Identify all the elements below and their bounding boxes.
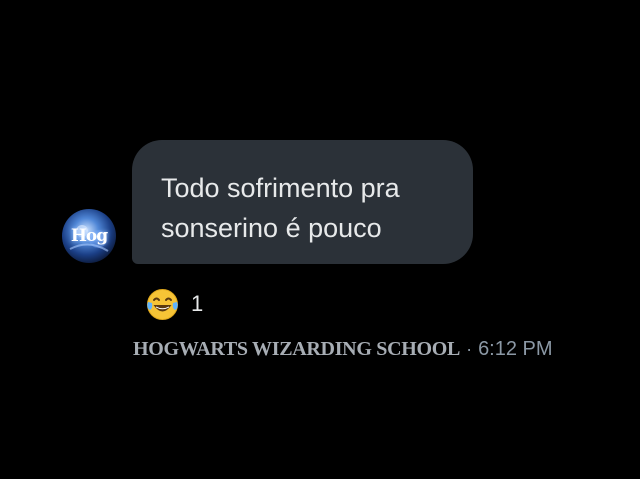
dm-conversation-screen: Hog Todo sofrimento pra sonserino é pouc… xyxy=(0,0,640,479)
sender-name[interactable]: HOGWARTS WIZARDING SCHOOL xyxy=(133,338,460,361)
message-timestamp: 6:12 PM xyxy=(478,337,553,360)
message-text-line-2: sonserino é pouco xyxy=(161,213,382,243)
message-text-line-1: Todo sofrimento pra xyxy=(161,173,400,203)
reaction-count: 1 xyxy=(191,291,204,316)
face-with-tears-of-joy-icon xyxy=(146,288,179,321)
sender-avatar[interactable]: Hog xyxy=(62,209,116,263)
message-bubble[interactable]: Todo sofrimento pra sonserino é pouco xyxy=(132,140,473,264)
reaction-badge[interactable]: 1 xyxy=(146,286,203,322)
avatar-logo-text: Hog xyxy=(70,226,108,246)
message-meta: HOGWARTS WIZARDING SCHOOL · 6:12 PM xyxy=(133,336,553,362)
meta-separator: · xyxy=(466,338,473,359)
